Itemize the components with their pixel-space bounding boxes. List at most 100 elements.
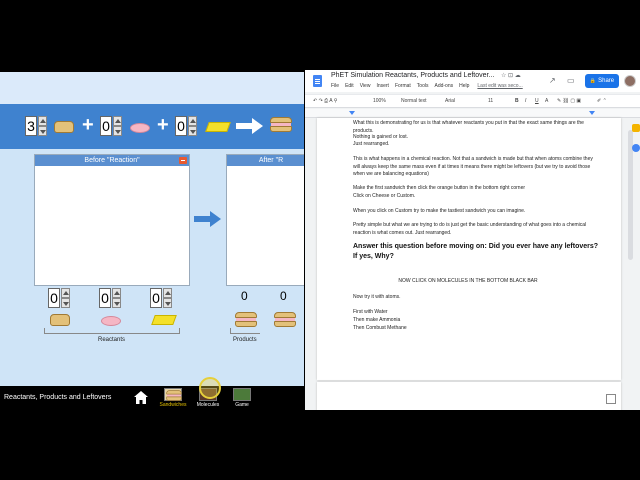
right-indent-marker[interactable] (589, 111, 595, 115)
share-button[interactable]: 🔒 Share (585, 74, 619, 88)
plus-sign: + (82, 114, 94, 136)
reactants-label: Reactants (98, 337, 126, 343)
menu-view[interactable]: View (360, 83, 371, 89)
bread-icon (50, 314, 70, 326)
decrement-arrow[interactable] (61, 298, 70, 308)
explore-icon[interactable] (606, 394, 616, 404)
docs-logo-icon[interactable] (313, 75, 322, 87)
underline-button[interactable]: U (535, 98, 539, 104)
menu-help[interactable]: Help (459, 83, 469, 89)
document-title[interactable]: PhET Simulation Reactants, Products and … (331, 72, 494, 79)
nav-sandwiches-label: Sandwiches (159, 402, 187, 408)
share-label: Share (598, 78, 615, 84)
text-color-button[interactable]: A (545, 98, 548, 104)
increment-arrow[interactable] (38, 116, 47, 126)
italic-button[interactable]: I (525, 98, 526, 104)
menu-format[interactable]: Format (395, 83, 411, 89)
zoom-select[interactable]: 100% (373, 98, 386, 104)
reactant-bread-spinner[interactable]: 0 (48, 288, 70, 308)
menu-bar: File Edit View Insert Format Tools Add-o… (331, 83, 523, 89)
menu-insert[interactable]: Insert (376, 83, 389, 89)
reactant-cheese-spinner[interactable]: 0 (150, 288, 172, 308)
cheese-coefficient-value: 0 (175, 116, 187, 136)
increment-arrow[interactable] (112, 288, 121, 298)
doc-paragraph: Just rearranged. (353, 141, 390, 147)
bread-icon (54, 121, 74, 133)
reactants-bracket (44, 328, 180, 334)
reactant-cheese-count: 0 (150, 288, 162, 308)
home-icon[interactable] (134, 391, 148, 404)
phet-simulation: 3 + 0 + 0 Before "Reaction" After "R 0 0… (0, 72, 304, 408)
reactant-bread-count: 0 (48, 288, 60, 308)
increment-arrow[interactable] (61, 288, 70, 298)
last-edit-link[interactable]: Last edit was seco... (477, 83, 522, 89)
doc-paragraph: Then Combust Methane (353, 325, 407, 331)
menu-edit[interactable]: Edit (345, 83, 354, 89)
document-page[interactable]: What this is demonstrating for us is tha… (317, 118, 621, 380)
ruler[interactable] (305, 109, 640, 118)
reactant-ham-spinner[interactable]: 0 (99, 288, 121, 308)
mouse-cursor-highlight (199, 377, 221, 399)
doc-paragraph: What this is demonstrating for us is tha… (353, 120, 584, 134)
screen: 3 + 0 + 0 Before "Reaction" After "R 0 0… (0, 0, 640, 480)
after-reaction-panel: After "R (226, 154, 304, 286)
pen-icon[interactable]: ✐ ⌃ (597, 98, 607, 104)
cheese-coefficient-spinner[interactable]: 0 (175, 116, 197, 136)
after-panel-title: After "R (258, 157, 284, 164)
comments-icon[interactable]: ▭ (567, 76, 575, 85)
products-bracket (230, 328, 260, 334)
nav-sandwiches-button[interactable]: Sandwiches (160, 388, 186, 409)
nav-game-button[interactable]: Game (229, 388, 255, 409)
bold-button[interactable]: B (515, 98, 519, 104)
menu-addons[interactable]: Add-ons (434, 83, 453, 89)
doc-paragraph: First with Water (353, 309, 388, 315)
star-icon[interactable]: ☆ ⊡ ☁ (501, 72, 521, 79)
undo-icon[interactable]: ↶ ↷ ⎙ A ⚲ (313, 98, 337, 104)
decrement-arrow[interactable] (163, 298, 172, 308)
menu-tools[interactable]: Tools (417, 83, 429, 89)
sandwiches-screen-icon (164, 388, 182, 401)
doc-paragraph: Make the first sandwich then click the o… (353, 185, 526, 191)
doc-instruction: NOW CLICK ON MOLECULES IN THE BOTTOM BLA… (398, 278, 538, 284)
style-select[interactable]: Normal text (401, 98, 427, 104)
increment-arrow[interactable] (163, 288, 172, 298)
collapse-panel-button[interactable] (179, 157, 187, 164)
doc-paragraph: Then make Ammonia (353, 317, 401, 323)
decrement-arrow[interactable] (113, 126, 122, 136)
sim-title: Reactants, Products and Leftovers (4, 394, 112, 401)
ham-coefficient-spinner[interactable]: 0 (100, 116, 122, 136)
increment-arrow[interactable] (113, 116, 122, 126)
menu-file[interactable]: File (331, 83, 339, 89)
ham-coefficient-value: 0 (100, 116, 112, 136)
tasks-icon[interactable] (632, 144, 640, 152)
keep-icon[interactable] (632, 124, 640, 132)
highlight-icon[interactable]: ✎ ⛓ ▢ ▣ (557, 98, 581, 104)
font-size-select[interactable]: 11 (488, 98, 493, 104)
ham-icon (130, 123, 150, 133)
left-indent-marker[interactable] (349, 111, 355, 115)
decrement-arrow[interactable] (112, 298, 121, 308)
activity-icon[interactable]: ↗ (549, 76, 556, 85)
products-label: Products (233, 337, 257, 343)
doc-paragraph: When you click on Custom try to make the… (353, 208, 526, 214)
cheese-icon (151, 315, 177, 325)
doc-paragraph: This is what happens in a chemical react… (353, 156, 593, 178)
decrement-arrow[interactable] (38, 126, 47, 136)
panel-arrow-icon (194, 211, 221, 227)
bread-coefficient-spinner[interactable]: 3 (25, 116, 47, 136)
before-reaction-panel: Before "Reaction" (34, 154, 190, 286)
avatar[interactable] (624, 75, 636, 87)
nav-molecules-label: Molecules (196, 402, 220, 408)
document-page-next[interactable] (317, 382, 621, 410)
doc-paragraph: Click on Cheese or Custom. (353, 193, 416, 199)
docs-header: PhET Simulation Reactants, Products and … (305, 70, 640, 92)
reactant-ham-count: 0 (99, 288, 111, 308)
nav-game-label: Game (235, 402, 249, 408)
font-select[interactable]: Arial (445, 98, 455, 104)
game-screen-icon (233, 388, 251, 401)
sandwich-icon (235, 312, 257, 327)
decrement-arrow[interactable] (188, 126, 197, 136)
doc-paragraph: Now try it with atoms. (353, 294, 401, 300)
increment-arrow[interactable] (188, 116, 197, 126)
doc-question: Answer this question before moving on: D… (353, 243, 599, 260)
